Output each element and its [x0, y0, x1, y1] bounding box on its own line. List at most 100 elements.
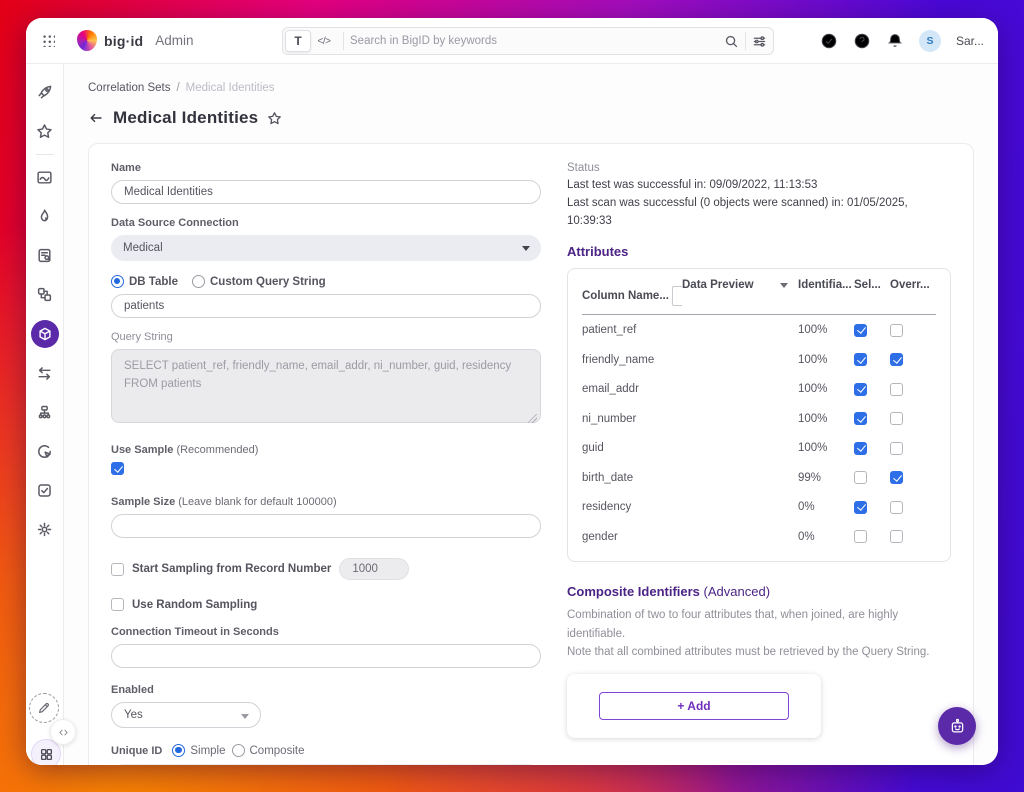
chevron-down-icon[interactable] — [780, 283, 788, 288]
annotate-button[interactable] — [29, 693, 59, 723]
title-row: Medical Identities — [88, 108, 974, 128]
user-avatar[interactable]: S — [919, 30, 941, 52]
attribute-override-checkbox[interactable] — [890, 383, 903, 396]
sidebar-item-clusters[interactable] — [36, 404, 53, 421]
favorite-star-icon[interactable] — [267, 111, 282, 126]
pencil-icon — [37, 701, 51, 715]
page-title: Medical Identities — [113, 108, 258, 128]
attribute-selected-checkbox[interactable] — [854, 412, 867, 425]
sidebar-item-getting-started[interactable] — [36, 84, 53, 101]
enabled-select[interactable]: Yes — [111, 702, 261, 728]
attribute-identifiability: 100% — [798, 413, 854, 425]
unique-id-label: Unique ID — [111, 745, 162, 757]
attribute-identifiability: 100% — [798, 354, 854, 366]
random-sampling-checkbox[interactable] — [111, 598, 124, 611]
breadcrumb-separator: / — [176, 82, 179, 94]
db-table-radio[interactable]: DB Table — [111, 275, 178, 288]
attribute-row: friendly_name 100% — [582, 345, 936, 375]
column-header-selected[interactable]: Sel... — [854, 279, 890, 291]
timeout-input[interactable] — [111, 644, 541, 668]
start-sampling-row: Start Sampling from Record Number — [111, 558, 541, 580]
cube-icon — [37, 326, 53, 342]
unique-id-simple-radio[interactable]: Simple — [172, 744, 225, 757]
column-header-identifiability[interactable]: Identifia... — [798, 279, 854, 291]
attributes-table: Column Name... Data Preview Identifia...… — [567, 268, 951, 562]
sidebar-item-hotspots[interactable] — [36, 208, 53, 225]
attribute-override-checkbox[interactable] — [890, 442, 903, 455]
collapse-sidebar-button[interactable] — [50, 719, 76, 745]
random-sampling-row: Use Random Sampling — [111, 598, 541, 611]
unique-id-composite-radio[interactable]: Composite — [232, 744, 305, 757]
attribute-override-checkbox[interactable] — [890, 530, 903, 543]
brand-logo[interactable]: big·id Admin — [77, 30, 194, 51]
column-name-filter-input[interactable] — [672, 286, 682, 306]
enabled-label: Enabled — [111, 684, 541, 696]
attribute-override-checkbox[interactable] — [890, 412, 903, 425]
attribute-selected-checkbox[interactable] — [854, 471, 867, 484]
search-input[interactable] — [350, 35, 724, 47]
column-header-preview[interactable]: Data Preview — [682, 279, 798, 291]
attribute-override-checkbox[interactable] — [890, 324, 903, 337]
attribute-override-checkbox[interactable] — [890, 353, 903, 366]
composite-description-line2: Note that all combined attributes must b… — [567, 643, 951, 661]
chart-image-icon — [36, 169, 53, 186]
attribute-identifiability: 100% — [798, 383, 854, 395]
data-source-label: Data Source Connection — [111, 217, 541, 229]
main-content: Correlation Sets / Medical Identities Me… — [64, 64, 998, 765]
attribute-selected-checkbox[interactable] — [854, 530, 867, 543]
custom-query-radio[interactable]: Custom Query String — [192, 275, 326, 288]
attribute-selected-checkbox[interactable] — [854, 442, 867, 455]
unique-id-select[interactable]: guid — [111, 764, 541, 765]
grid-squares-icon — [39, 747, 54, 762]
breadcrumb-parent[interactable]: Correlation Sets — [88, 82, 170, 94]
attribute-name: email_addr — [582, 383, 682, 395]
attribute-name: friendly_name — [582, 354, 682, 366]
attribute-override-checkbox[interactable] — [890, 501, 903, 514]
sidebar-item-favorites[interactable] — [36, 123, 53, 140]
data-source-value: Medical — [123, 242, 163, 254]
table-name-input[interactable] — [111, 294, 541, 318]
waffle-menu-icon[interactable] — [42, 34, 55, 47]
search-text-mode-button[interactable]: T — [285, 30, 311, 52]
add-composite-button[interactable]: + Add — [599, 692, 789, 720]
attribute-selected-checkbox[interactable] — [854, 353, 867, 366]
sidebar-item-transfers[interactable] — [36, 365, 53, 382]
query-string-textarea[interactable]: SELECT patient_ref, friendly_name, email… — [111, 349, 541, 423]
health-check-icon[interactable] — [820, 32, 838, 50]
attribute-row: guid100% — [582, 433, 936, 463]
sidebar-item-settings[interactable] — [36, 521, 53, 538]
notifications-bell-icon[interactable] — [886, 32, 904, 50]
advanced-filter-icon[interactable] — [752, 34, 767, 49]
timeout-label: Connection Timeout in Seconds — [111, 626, 541, 638]
enabled-value: Yes — [124, 709, 143, 721]
name-input[interactable] — [111, 180, 541, 204]
use-sample-checkbox[interactable] — [111, 462, 124, 475]
start-record-input[interactable] — [339, 558, 409, 580]
column-header-name[interactable]: Column Name... — [582, 279, 682, 306]
attribute-selected-checkbox[interactable] — [854, 501, 867, 514]
back-arrow-icon[interactable] — [88, 110, 104, 126]
chevrons-icon — [58, 727, 69, 738]
search-code-mode-button[interactable]: </> — [311, 30, 337, 52]
attribute-selected-checkbox[interactable] — [854, 324, 867, 337]
sidebar-item-data-rights[interactable] — [36, 443, 53, 460]
sample-size-input[interactable] — [111, 514, 541, 538]
sidebar-item-correlation-active[interactable] — [31, 320, 59, 348]
start-sampling-label: Start Sampling from Record Number — [132, 563, 331, 575]
user-name[interactable]: Sar... — [956, 34, 984, 48]
sidebar-item-discovery[interactable] — [36, 247, 53, 264]
search-icon[interactable] — [724, 34, 739, 49]
radio-icon — [111, 275, 124, 288]
sidebar-item-tasks[interactable] — [36, 482, 53, 499]
assistant-fab-button[interactable] — [938, 707, 976, 745]
data-source-select[interactable]: Medical — [111, 235, 541, 261]
top-bar: big·id Admin T </> S — [26, 18, 998, 64]
help-icon[interactable] — [853, 32, 871, 50]
attribute-selected-checkbox[interactable] — [854, 383, 867, 396]
column-header-override[interactable]: Overr... — [890, 279, 936, 291]
attribute-name: residency — [582, 501, 682, 513]
sidebar-item-classification[interactable] — [36, 286, 53, 303]
sidebar-item-dashboard[interactable] — [36, 169, 53, 186]
start-sampling-checkbox[interactable] — [111, 563, 124, 576]
attribute-override-checkbox[interactable] — [890, 471, 903, 484]
